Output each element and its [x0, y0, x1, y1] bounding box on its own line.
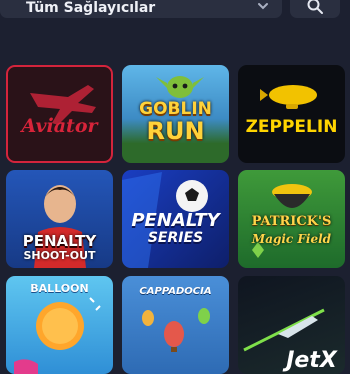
game-title: CAPPADOCIA — [139, 286, 212, 297]
game-title: ZEPPELIN — [245, 117, 338, 137]
game-tile-cappadocia[interactable]: CAPPADOCIA — [122, 276, 229, 374]
search-button[interactable] — [290, 0, 340, 18]
game-subtitle: SHOOT-OUT — [23, 249, 96, 262]
chevron-down-icon — [258, 3, 268, 10]
game-title: Aviator — [21, 115, 98, 137]
game-subtitle: SERIES — [147, 230, 204, 246]
game-tile-patricks-magic-field[interactable]: PATRICK'S Magic Field — [238, 170, 345, 268]
filter-bar: Tüm Sağlayıcılar — [0, 0, 350, 52]
search-icon — [307, 0, 323, 14]
game-tile-zeppelin[interactable]: ZEPPELIN — [238, 65, 345, 163]
game-title: BALLOON — [30, 282, 89, 295]
game-title: GOBLIN — [139, 99, 212, 119]
game-tile-balloon[interactable]: BALLOON — [6, 276, 113, 374]
game-tile-penalty-series[interactable]: PENALTY SERIES — [122, 170, 229, 268]
game-tile-penalty-shoot-out[interactable]: PENALTY SHOOT-OUT — [6, 170, 113, 268]
game-title: PENALTY — [131, 210, 220, 231]
zeppelin-icon — [260, 85, 317, 109]
game-title: JetX — [286, 348, 337, 373]
provider-dropdown[interactable]: Tüm Sağlayıcılar — [0, 0, 282, 18]
game-subtitle: Magic Field — [251, 232, 332, 246]
game-tile-jetx[interactable]: JetX — [238, 276, 345, 374]
game-title: PATRICK'S — [251, 214, 332, 229]
game-tile-goblin-run[interactable]: GOBLIN RUN — [122, 65, 229, 163]
game-tile-aviator[interactable]: Aviator — [6, 65, 113, 163]
game-title: PENALTY — [22, 232, 97, 250]
game-subtitle: RUN — [146, 117, 205, 145]
provider-dropdown-label: Tüm Sağlayıcılar — [26, 0, 156, 16]
